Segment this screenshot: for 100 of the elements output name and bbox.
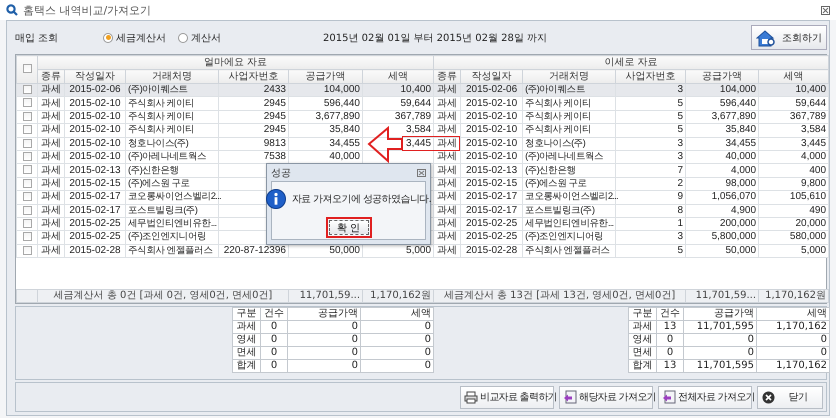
table-cell: 영세 — [232, 334, 260, 346]
table-cell: 5 — [616, 96, 686, 110]
table-cell: 0 — [288, 360, 360, 372]
table-cell: 3,584 — [362, 124, 434, 138]
table-cell: 코오롱싸이언스벨리2... — [522, 190, 616, 204]
table-cell: 1,056,070 — [686, 190, 759, 204]
table-cell: 5 — [616, 244, 686, 258]
table-cell: 2015-02-10 — [460, 96, 523, 110]
table-cell: 과세 — [434, 244, 461, 258]
radio-label[interactable]: 세금계산서 — [116, 30, 166, 44]
column-header: 세액 — [756, 308, 830, 320]
table-cell: 합계 — [628, 360, 656, 372]
table-cell: 0 — [756, 334, 830, 346]
search-button[interactable]: 조회하기 — [751, 25, 827, 50]
table-cell: 과세 — [434, 164, 461, 178]
period-text: 2015년 02월 01일 부터 2015년 02월 28일 까지 — [323, 32, 548, 44]
table-cell: 합계 — [232, 360, 260, 372]
table-row[interactable]: 과세 2015-02-10 주식회사 케이티 2945 596,440 59,644 과세 2015-02-10 주식회사 케이티 5 596,440 59,644 — [16, 96, 829, 110]
table-row[interactable]: 과세 2015-02-28 주식회사 엔젤플러스 220-87-12396 50,000 5,000 과세 2015-02-28 주식회사 엔젤플러스 5 50,000 5,000 — [16, 244, 829, 258]
table-cell: 2015-02-13 — [460, 164, 523, 178]
column-header[interactable]: 공급가액 — [686, 70, 759, 84]
column-header: 세액 — [360, 308, 434, 320]
table-cell: 주식회사 케이티 — [522, 124, 616, 138]
column-header: 구분 — [232, 308, 260, 320]
table-cell: 3,584 — [758, 124, 829, 138]
table-cell: 59,644 — [758, 96, 829, 110]
table-cell: 4,000 — [686, 164, 759, 178]
table-cell: 코오롱싸이언스벨리2... — [126, 190, 218, 204]
action-button[interactable]: 닫기 — [757, 386, 823, 408]
action-button[interactable]: 해당자료 가져오기 — [559, 386, 653, 408]
dialog-title: 성공 — [271, 166, 291, 180]
table-cell: 과세 — [38, 124, 64, 138]
table-cell: 596,440 — [288, 96, 362, 110]
table-cell: 영세 — [628, 334, 656, 346]
table-cell: 과세 — [38, 244, 64, 258]
table-cell: 490 — [758, 204, 829, 218]
table-cell: 0 — [684, 334, 756, 346]
table-cell: 9813 — [218, 137, 288, 150]
table-cell: 0 — [684, 346, 756, 360]
table-cell: 주식회사 케이티 — [522, 96, 616, 110]
table-cell: 0 — [360, 320, 434, 334]
action-button[interactable]: 비교자료 출력하기 — [460, 386, 554, 408]
table-row[interactable]: 과세 2015-02-10 청호나이스(주) 9813 34,455 3,445 과세 2015-02-10 청호나이스(주) 3 34,455 3,445 — [16, 137, 829, 150]
table-cell: 과세 — [434, 96, 461, 110]
table-cell: 7 — [616, 164, 686, 178]
table-cell: 0 — [260, 346, 288, 360]
table-cell: 2945 — [218, 124, 288, 138]
table-cell: 35,840 — [288, 124, 362, 138]
table-cell: 0 — [288, 320, 360, 334]
table-cell: 2015-02-10 — [460, 124, 523, 138]
column-header[interactable]: 공급가액 — [288, 70, 362, 84]
table-cell: (주)조인엔지니어링 — [126, 230, 218, 244]
column-header[interactable]: 사업자번호 — [616, 70, 686, 84]
table-cell: 11,701,595 — [684, 360, 756, 372]
table-cell: 1,170,162 — [756, 320, 830, 334]
table-cell: 400 — [758, 164, 829, 178]
table-cell: 5 — [616, 124, 686, 138]
table-cell: 2015-02-17 — [64, 204, 126, 218]
query-label: 매입 조회 — [15, 32, 60, 44]
column-header[interactable]: 사업자번호 — [218, 70, 288, 84]
column-header: 건수 — [260, 308, 288, 320]
column-header[interactable]: 거래처명 — [126, 70, 218, 84]
table-cell: 주식회사 케이티 — [126, 96, 218, 110]
table-cell: 주식회사 케이티 — [126, 124, 218, 138]
table-cell: 과세 — [434, 204, 461, 218]
table-cell: 과세 — [38, 164, 64, 178]
table-cell: 4,900 — [686, 204, 759, 218]
table-cell: 5,000 — [758, 244, 829, 258]
table-cell: 2015-02-28 — [460, 244, 523, 258]
table-row[interactable]: 과세 2015-02-10 주식회사 케이티 2945 35,840 3,584 과세 2015-02-10 주식회사 케이티 5 35,840 3,584 — [16, 124, 829, 138]
table-cell: 과세 — [38, 190, 64, 204]
table-cell: 0 — [260, 320, 288, 334]
table-row[interactable]: 과세 2015-02-06 (주)아이퀘스트 2433 104,000 10,400 과세 2015-02-06 (주)아이퀘스트 3 104,000 10,400 — [16, 84, 829, 97]
table-cell: 과세 — [38, 230, 64, 244]
table-cell: 11,701,595 — [684, 320, 756, 334]
column-header[interactable]: 작성일자 — [64, 70, 126, 84]
ok-button[interactable]: 확 인 — [328, 220, 368, 235]
table-cell: 2015-02-10 — [64, 137, 126, 150]
table-cell: 과세 — [434, 124, 461, 138]
column-header[interactable]: 거래처명 — [522, 70, 616, 84]
table-cell: 13 — [656, 320, 684, 334]
table-cell: 59,644 — [362, 96, 434, 110]
table-cell: 2015-02-10 — [64, 96, 126, 110]
table-cell: 3 — [616, 230, 686, 244]
action-button[interactable]: 전체자료 가져오기 — [658, 386, 752, 408]
table-row[interactable]: 과세 2015-02-10 (주)아레나네트웍스 7538 40,000 과세 2015-02-10 (주)아레나네트웍스 3 40,000 4,000 — [16, 150, 829, 164]
table-cell: 0 — [260, 334, 288, 346]
table-row[interactable]: 과세 2015-02-10 주식회사 케이티 2945 3,677,890 367,789 과세 2015-02-10 주식회사 케이티 5 3,677,890 367,789 — [16, 110, 829, 124]
table-cell: 과세 — [38, 137, 64, 150]
radio-label[interactable]: 계산서 — [191, 30, 221, 44]
table-cell: 0 — [656, 346, 684, 360]
table-cell: 청호나이스(주) — [126, 137, 218, 150]
column-header[interactable]: 세액 — [758, 70, 829, 84]
column-header: 구분 — [628, 308, 656, 320]
column-header[interactable]: 세액 — [362, 70, 434, 84]
table-cell: 0 — [288, 334, 360, 346]
table-cell: 2015-02-25 — [460, 230, 523, 244]
table-cell: 과세 — [232, 320, 260, 334]
column-header[interactable]: 작성일자 — [460, 70, 523, 84]
table-cell: 50,000 — [686, 244, 759, 258]
